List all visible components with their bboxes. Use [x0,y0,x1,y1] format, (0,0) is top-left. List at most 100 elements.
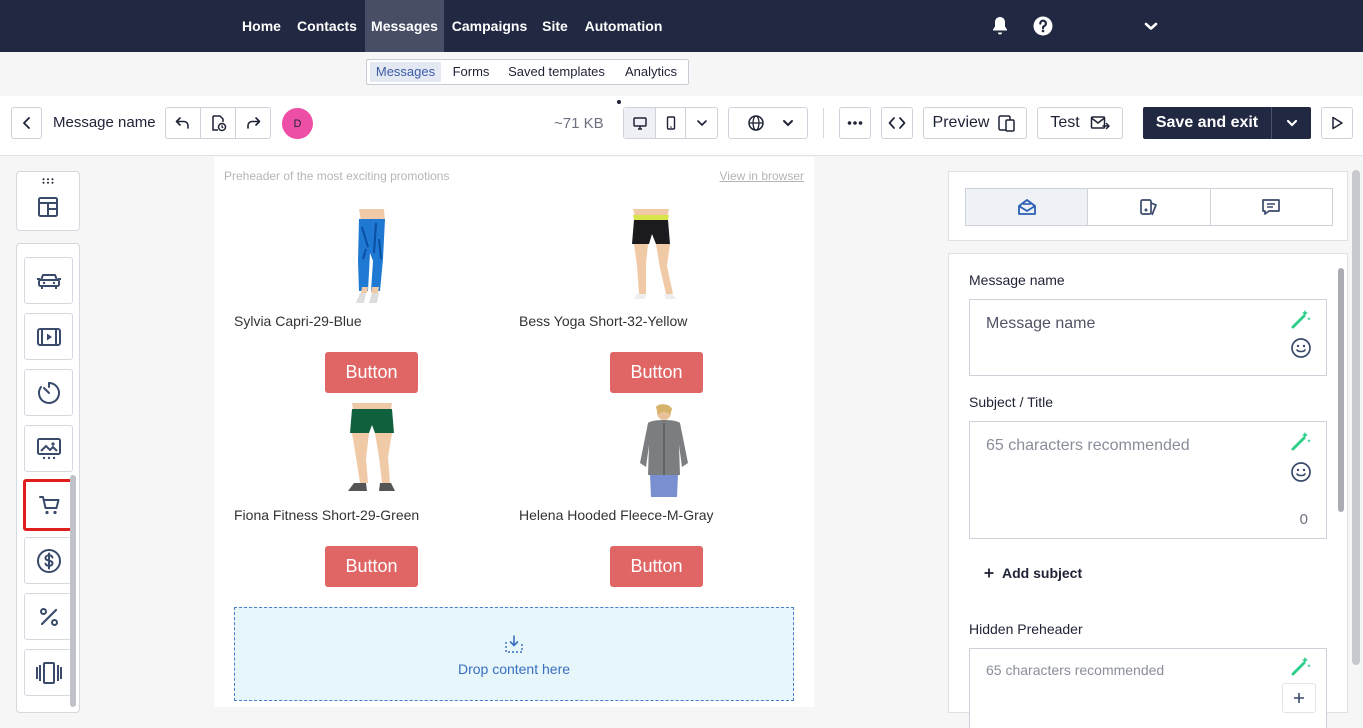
mail-settings-icon [1017,199,1036,215]
product-button[interactable]: Button [610,352,703,393]
hidden-preheader-label: Hidden Preheader [969,621,1083,637]
device-dropdown-button[interactable] [686,108,717,138]
message-name-placeholder: Message name [986,315,1096,332]
redo-icon [247,117,261,129]
tab-message-settings[interactable] [966,189,1089,225]
product-block-tool[interactable] [23,479,76,531]
tools-scrollbar[interactable] [70,475,76,707]
structure-panel [16,171,80,231]
magic-wand-icon[interactable] [1290,308,1312,330]
timer-block-tool[interactable] [24,369,73,416]
back-button[interactable] [11,107,42,139]
view-in-browser-link[interactable]: View in browser [720,169,804,183]
document-history-icon [212,115,227,132]
dollar-icon [36,548,61,573]
preview-button[interactable]: Preview [923,107,1027,139]
product-image[interactable] [322,403,422,501]
desktop-view-button[interactable] [624,108,656,138]
drop-zone[interactable]: Drop content here [234,607,794,701]
gallery-icon [36,437,61,459]
product-image[interactable] [322,209,422,307]
settings-tabs [965,188,1333,226]
message-size: ~71 KB [554,115,604,132]
subject-field[interactable]: 65 characters recommended 0 [969,421,1327,539]
nav-automation[interactable]: Automation [580,0,667,52]
video-block-tool[interactable] [24,313,73,360]
redo-button[interactable] [236,108,270,138]
more-options-button[interactable] [839,107,871,139]
play-icon [1332,116,1343,130]
magic-wand-icon[interactable] [1290,655,1312,677]
send-mail-icon [1090,116,1110,130]
product-button[interactable]: Button [610,546,703,587]
run-button[interactable] [1321,107,1353,139]
nav-campaigns[interactable]: Campaigns [448,0,531,52]
bell-icon[interactable] [988,14,1012,38]
carousel-block-tool[interactable] [24,649,73,696]
discount-block-tool[interactable] [24,593,73,640]
nav-messages[interactable]: Messages [365,0,444,52]
magic-wand-icon[interactable] [1290,430,1312,452]
banner-block-tool[interactable] [24,257,73,304]
tab-comments[interactable] [1211,189,1332,225]
image-block-tool[interactable] [24,425,73,472]
chevron-down-icon[interactable] [1139,14,1163,38]
mobile-icon [666,116,675,130]
product-image[interactable] [612,403,712,501]
undo-icon [175,117,189,129]
hidden-preheader-field[interactable]: 65 characters recommended [969,648,1327,728]
tab-appearance[interactable] [1088,189,1211,225]
settings-scrollbar[interactable] [1338,268,1344,512]
preheader-placeholder: 65 characters recommended [986,662,1165,678]
save-and-exit-button[interactable]: Save and exit [1143,107,1272,139]
price-block-tool[interactable] [24,537,73,584]
subject-label: Subject / Title [969,394,1054,410]
car-icon [36,273,61,289]
video-icon [36,327,61,346]
emoji-icon[interactable] [1290,337,1312,359]
language-dropdown[interactable] [728,107,808,139]
chevron-left-icon [22,117,30,129]
layout-icon[interactable] [36,195,60,219]
test-label: Test [1050,114,1080,131]
sub-navigation: Messages Forms Saved templates Analytics [366,59,689,85]
subnav-analytics[interactable]: Analytics [617,62,685,82]
avatar[interactable]: D [282,108,313,139]
add-subject-label: Add subject [1002,565,1083,581]
undo-button[interactable] [166,108,201,138]
subnav-messages[interactable]: Messages [370,62,441,82]
subject-char-count: 0 [1299,511,1308,528]
product-button[interactable]: Button [325,546,418,587]
version-history-button[interactable] [201,108,236,138]
add-subject-button[interactable]: Add subject [984,565,1082,581]
editor-toolbar: Message name D ~71 KB Preview Test Save … [0,96,1363,156]
message-name-title[interactable]: Message name [53,114,156,131]
code-view-button[interactable] [881,107,913,139]
mobile-view-button[interactable] [656,108,686,138]
nav-site[interactable]: Site [537,0,573,52]
palette-icon [1140,199,1158,216]
insert-button[interactable] [1282,683,1316,713]
settings-tabs-panel [948,171,1348,241]
subnav-forms[interactable]: Forms [445,62,497,82]
preheader-text[interactable]: Preheader of the most exciting promotion… [224,169,449,183]
help-icon[interactable] [1031,14,1055,38]
product-button[interactable]: Button [325,352,418,393]
columns-icon [35,661,62,684]
product-name: Fiona Fitness Short-29-Green [234,507,420,523]
code-icon [888,117,906,129]
subnav-saved-templates[interactable]: Saved templates [501,62,612,82]
save-split-button: Save and exit [1143,107,1311,139]
drop-content-text: Drop content here [457,661,571,677]
drag-handle-icon[interactable] [42,178,54,184]
timer-icon [37,381,60,404]
chevron-down-icon [783,120,793,127]
save-options-button[interactable] [1272,107,1311,139]
nav-contacts[interactable]: Contacts [292,0,362,52]
product-image[interactable] [607,209,707,307]
page-scrollbar[interactable] [1352,170,1360,665]
nav-home[interactable]: Home [236,0,287,52]
message-name-field[interactable]: Message name [969,299,1327,376]
test-button[interactable]: Test [1037,107,1123,139]
emoji-icon[interactable] [1290,461,1312,483]
